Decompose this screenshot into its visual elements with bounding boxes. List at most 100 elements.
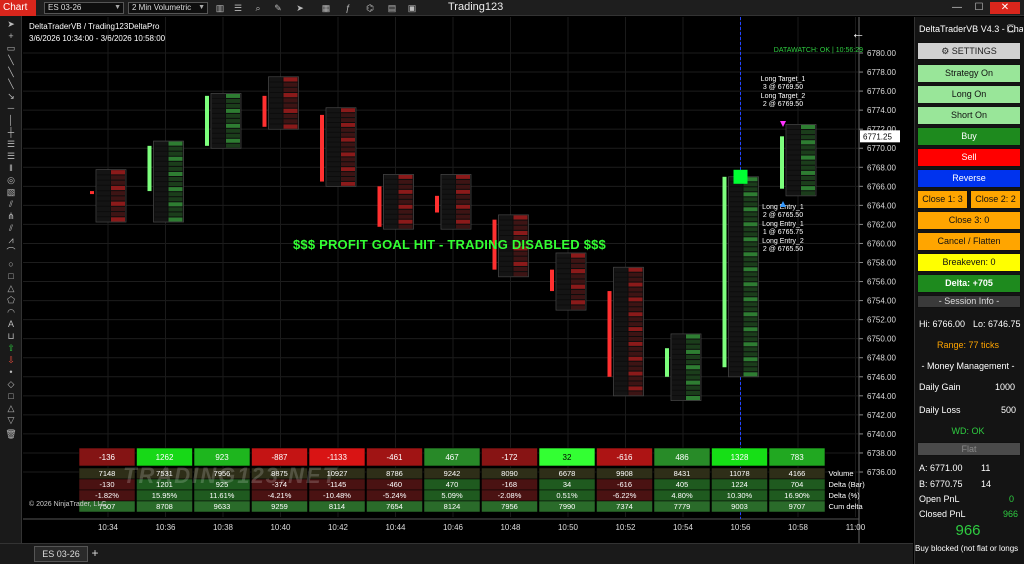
fib-circle-icon[interactable]: ◎ [3,175,19,186]
time-tick-label: 10:40 [270,523,291,532]
arc-icon[interactable]: ◠ [3,307,19,318]
chart-trader-icon[interactable]: ▤ [386,2,398,14]
add-tab-button[interactable]: + [89,546,101,562]
ellipse-icon[interactable]: ○ [3,259,19,270]
fib-time-icon[interactable]: ‖ [3,163,19,174]
gann-icon[interactable]: ▧ [3,187,19,198]
footprint-cell [269,93,283,98]
extended-line-icon[interactable]: ╲ [3,79,19,90]
cancel-flatten-button[interactable]: Cancel / Flatten [917,232,1021,251]
cursor-icon[interactable]: ➤ [294,2,306,14]
lines-icon[interactable]: ☰ [232,2,244,14]
breakeven-button[interactable]: Breakeven: 0 [917,253,1021,272]
zoom-icon[interactable]: ⌕ [252,2,264,14]
footprint-cell [499,230,513,236]
footprint-cell [97,170,110,175]
footprint-cell [686,370,700,375]
horizontal-line-icon[interactable]: ─ [3,103,19,114]
footprint-cell [628,351,643,356]
regression-icon[interactable]: ⫽ [3,223,19,234]
square-icon[interactable]: □ [3,391,19,402]
crosshair-icon[interactable]: + [3,31,19,42]
panel-close-icon[interactable]: ▢ [1004,23,1018,35]
line-tool-icon[interactable]: ╲ [3,55,19,66]
reverse-button[interactable]: Reverse [917,169,1021,188]
indicators-icon[interactable]: ƒ [342,2,354,14]
footprint-cell [729,187,743,192]
arrow-up-icon[interactable]: ⇧ [3,343,19,354]
footprint-cell [787,181,800,186]
footprint-cell [97,175,110,180]
back-arrow-icon[interactable]: ← [851,25,865,41]
arrow-down-icon[interactable]: ⇩ [3,355,19,366]
fib-retracement-icon[interactable]: ☰ [3,139,19,150]
ruler-measure-icon[interactable]: ⊔ [3,331,19,342]
triangle-down-icon[interactable]: ▽ [3,415,19,426]
summary-cell-label: 7148 [99,469,116,478]
close-icon[interactable]: ✕ [990,2,1020,14]
close-2-button[interactable]: Close 2: 2 [970,190,1021,209]
trade-annotation-label: Long Target_2 [761,93,806,100]
footprint-cell [628,366,643,371]
footprint-cell [743,297,758,302]
cursor-tool-icon[interactable]: ➤ [3,19,19,30]
footprint-cell [614,371,628,376]
footprint-cell [398,214,413,219]
instrument-select[interactable]: ES 03-26 ▼ [44,2,124,14]
summary-cell-label: 9242 [444,469,461,478]
triangle-up-icon[interactable]: △ [3,403,19,414]
footprint-cell [154,202,168,207]
vertical-line-icon[interactable]: │ [3,115,19,126]
close-1-button[interactable]: Close 1: 3 [917,190,968,209]
footprint-cell [628,356,643,361]
sell-button[interactable]: Sell [917,148,1021,167]
ray-tool-icon[interactable]: ╲ [3,67,19,78]
dot-icon[interactable]: • [3,367,19,378]
footprint-cell [672,360,685,365]
strategy-on-button[interactable]: Strategy On [917,64,1021,83]
chart-header-strategy: DeltaTraderVB / Trading123DeltaPro [29,22,160,31]
fib-extension-icon[interactable]: ☰ [3,151,19,162]
footprint-cell [686,375,700,380]
minimize-icon[interactable]: — [950,2,964,14]
lock-icon[interactable]: ▦ [320,2,332,14]
channel-icon[interactable]: ⫽ [3,199,19,210]
buy-button[interactable]: Buy [917,127,1021,146]
footprint-cell [154,197,168,202]
rectangle-icon[interactable]: □ [3,271,19,282]
footprint-cell [384,199,398,204]
tab-es-03-26[interactable]: ES 03-26 [34,546,88,562]
bar-delta-label: 783 [790,453,804,462]
trash-icon[interactable]: 🗑 [3,429,19,440]
data-box-icon[interactable]: ▣ [406,2,418,14]
footprint-cell [442,204,455,209]
time-cycles-icon[interactable]: ⌒ [3,247,19,258]
interval-select[interactable]: 2 Min Volumetric ▼ [128,2,208,14]
diamond-icon[interactable]: ◇ [3,379,19,390]
footprint-cell [628,361,643,366]
gann-fan-icon[interactable]: ⩘ [3,235,19,246]
chart-area[interactable]: 6736.00 6738.00 6740.00 6742.00 6744.00 6746.… [23,17,913,543]
settings-button[interactable]: ⚙ SETTINGS [917,42,1021,60]
footprint-cell [729,302,743,307]
maximize-icon[interactable]: ☐ [972,2,986,14]
bar-delta-label: 32 [563,453,572,462]
footprint-cell [743,187,758,192]
bars-icon[interactable]: ▥ [214,2,226,14]
strategy-icon[interactable]: ⌬ [364,2,376,14]
long-on-button[interactable]: Long On [917,85,1021,104]
footprint-cell [398,204,413,209]
pitchfork-icon[interactable]: ⋔ [3,211,19,222]
short-on-button[interactable]: Short On [917,106,1021,125]
footprint-cell [743,317,758,322]
polygon-icon[interactable]: ⬠ [3,295,19,306]
arrow-line-icon[interactable]: ↘ [3,91,19,102]
price-tick-label: 6746.00 [867,373,896,382]
triangle-icon[interactable]: △ [3,283,19,294]
cross-line-icon[interactable]: ┼ [3,127,19,138]
text-icon[interactable]: A [3,319,19,330]
properties-icon[interactable]: ✎ [272,2,284,14]
footprint-cell [456,214,470,219]
ruler-icon[interactable]: ▭ [3,43,19,54]
close-3-button[interactable]: Close 3: 0 [917,211,1021,230]
